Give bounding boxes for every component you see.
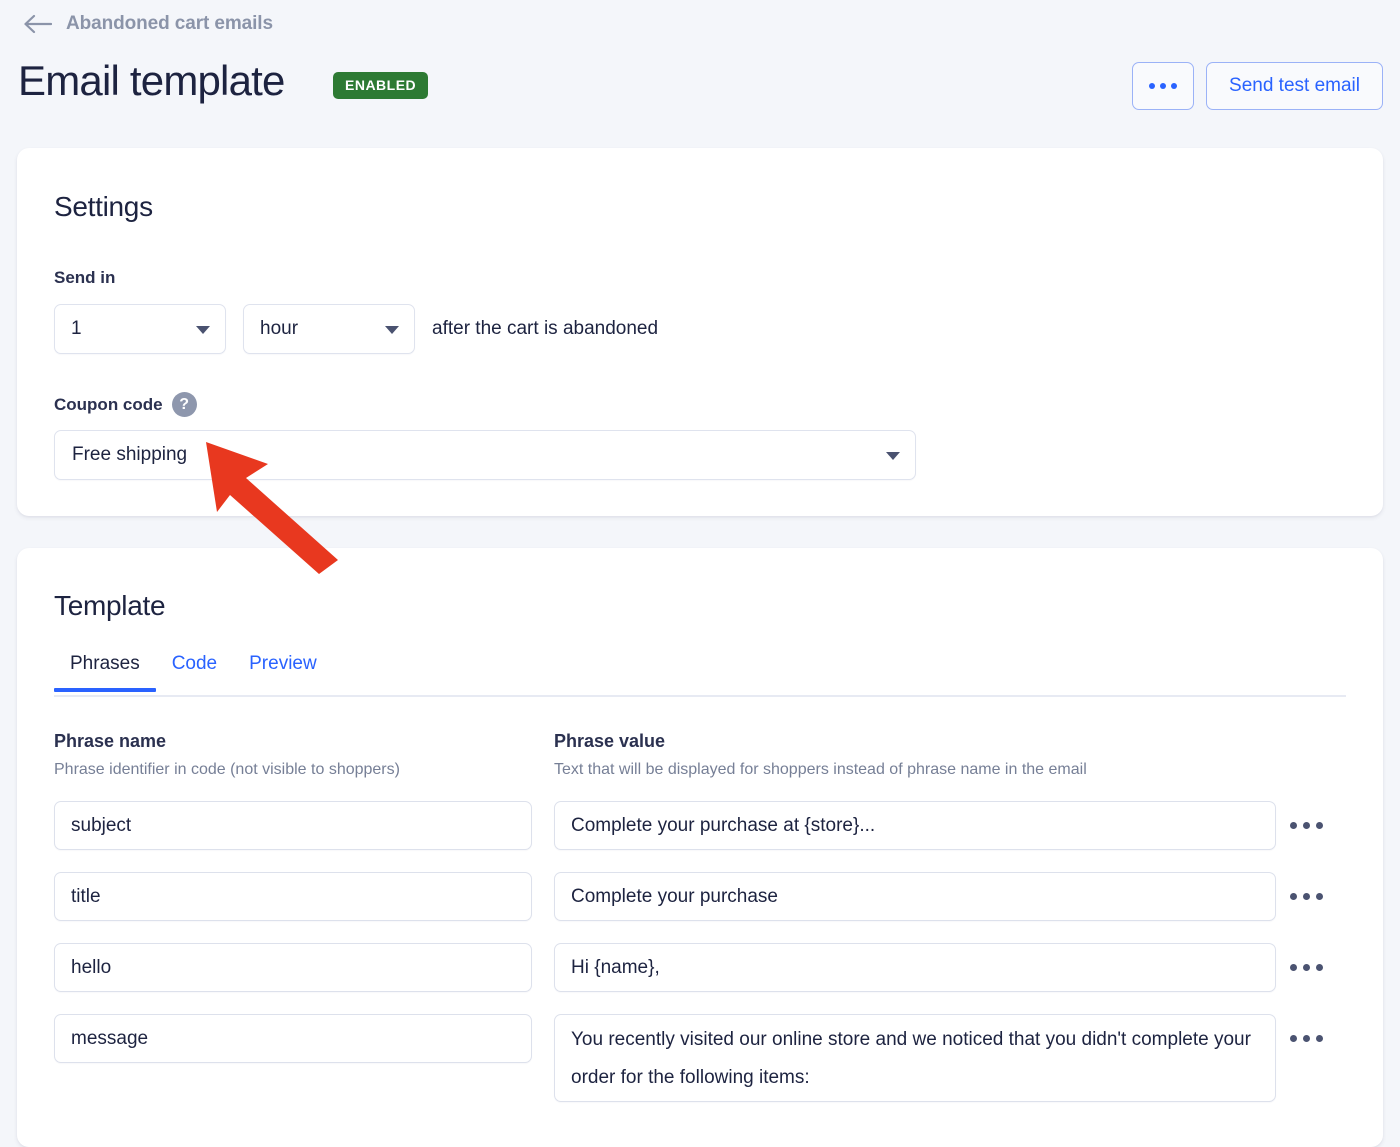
settings-heading: Settings — [54, 191, 153, 222]
template-tabs: Phrases Code Preview — [54, 653, 1346, 697]
header-actions: Send test email — [1132, 62, 1383, 110]
phrase-value-input[interactable]: You recently visited our online store an… — [554, 1014, 1276, 1102]
send-in-suffix-text: after the cart is abandoned — [432, 318, 659, 339]
coupon-code-select[interactable]: Free shipping — [54, 430, 916, 480]
chevron-down-icon — [385, 326, 399, 334]
table-row: subject Complete your purchase at {store… — [54, 801, 1346, 850]
question-mark-icon[interactable]: ? — [171, 392, 197, 417]
coupon-code-row: Free shipping — [54, 430, 916, 480]
phrase-name-column-header: Phrase name Phrase identifier in code (n… — [54, 731, 534, 779]
tab-code[interactable]: Code — [156, 653, 233, 690]
row-overflow-menu-icon[interactable] — [1276, 801, 1336, 850]
send-in-row: 1 hour after the cart is abandoned — [54, 304, 658, 354]
phrase-value-input[interactable]: Complete your purchase — [554, 872, 1276, 921]
settings-card: Settings Send in 1 hour after the cart i… — [17, 148, 1383, 516]
phrase-value-subtitle: Text that will be displayed for shoppers… — [554, 761, 1087, 778]
phrase-name-subtitle: Phrase identifier in code (not visible t… — [54, 761, 400, 778]
chevron-down-icon — [886, 452, 900, 460]
phrase-name-input[interactable]: hello — [54, 943, 532, 992]
breadcrumb-label[interactable]: Abandoned cart emails — [66, 13, 273, 35]
breadcrumb[interactable]: Abandoned cart emails — [22, 10, 273, 38]
phrase-name-input[interactable]: message — [54, 1014, 532, 1063]
status-badge: ENABLED — [333, 72, 429, 99]
phrase-value-input[interactable]: Hi {name}, — [554, 943, 1276, 992]
overflow-menu-button[interactable] — [1132, 62, 1195, 110]
phrase-name-input[interactable]: title — [54, 872, 532, 921]
row-overflow-menu-icon[interactable] — [1276, 872, 1336, 921]
coupon-code-label-group: Coupon code ? — [54, 392, 197, 417]
chevron-down-icon — [196, 326, 210, 334]
phrase-name-title: Phrase name — [54, 731, 167, 751]
phrase-rows: subject Complete your purchase at {store… — [54, 801, 1346, 1124]
template-card: Template Phrases Code Preview Phrase nam… — [17, 548, 1383, 1147]
send-in-amount-value: 1 — [71, 318, 82, 339]
row-overflow-menu-icon[interactable] — [1276, 943, 1336, 992]
table-row: hello Hi {name}, — [54, 943, 1346, 992]
table-row: message You recently visited our online … — [54, 1014, 1346, 1102]
send-in-label: Send in — [54, 268, 116, 287]
row-overflow-menu-icon[interactable] — [1276, 1014, 1336, 1063]
send-in-unit-value: hour — [260, 318, 299, 339]
ellipsis-icon — [1149, 83, 1178, 89]
phrase-value-input[interactable]: Complete your purchase at {store}... — [554, 801, 1276, 850]
table-row: title Complete your purchase — [54, 872, 1346, 921]
phrase-value-column-header: Phrase value Text that will be displayed… — [554, 731, 1294, 779]
phrase-value-title: Phrase value — [554, 731, 666, 751]
send-in-unit-select[interactable]: hour — [243, 304, 415, 354]
tab-phrases[interactable]: Phrases — [54, 653, 156, 692]
page-title: Email template — [18, 57, 285, 104]
coupon-code-label: Coupon code — [54, 394, 163, 414]
coupon-code-value: Free shipping — [72, 444, 188, 465]
send-test-email-button[interactable]: Send test email — [1206, 62, 1383, 110]
page-header: Email template ENABLED Send test email — [0, 55, 1400, 125]
tab-preview[interactable]: Preview — [233, 653, 333, 690]
phrase-name-input[interactable]: subject — [54, 801, 532, 850]
send-in-amount-select[interactable]: 1 — [54, 304, 226, 354]
template-heading: Template — [54, 590, 166, 621]
arrow-left-icon[interactable] — [22, 13, 52, 35]
